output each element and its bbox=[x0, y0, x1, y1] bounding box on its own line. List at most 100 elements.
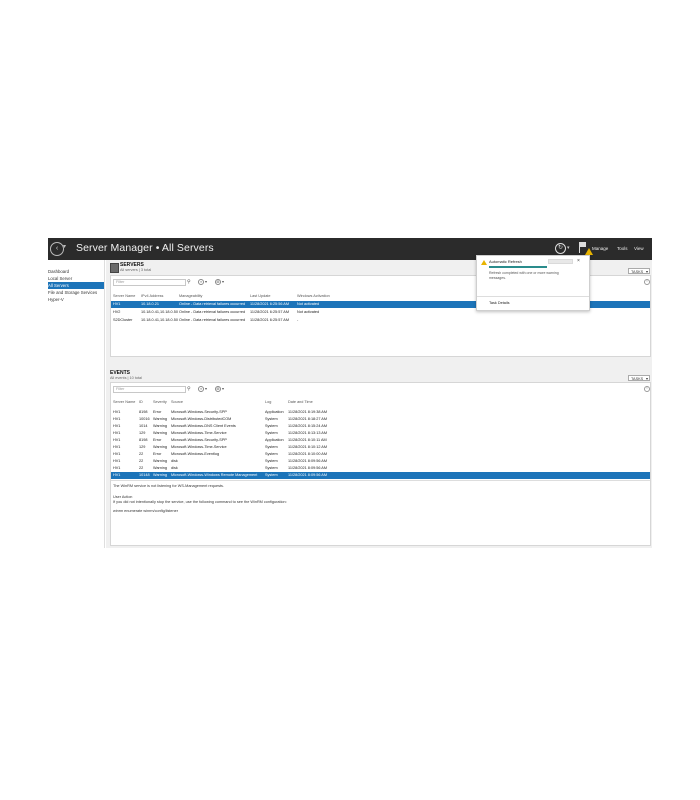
events-subheading: All events | 10 total bbox=[110, 376, 143, 380]
cell-source: Microsoft-Windows-Windows Remote Managem… bbox=[171, 473, 258, 477]
cell-id: 10148 bbox=[139, 473, 150, 477]
cell-date-time: 11/28/2021 8:19:38 AM bbox=[288, 410, 327, 414]
cell-source: Microsoft-Windows-Time-Service bbox=[171, 445, 227, 449]
chevron-down-icon[interactable]: ▾ bbox=[205, 279, 207, 284]
sidebar-item-file-storage[interactable]: File and Storage Services bbox=[48, 289, 104, 296]
column-header-server-name[interactable]: Server Name bbox=[113, 294, 135, 298]
cell-source: Microsoft-Windows-DistributedCOM bbox=[171, 417, 232, 421]
cell-last-update: 11/28/2021 6:25:56 AM bbox=[250, 302, 289, 306]
table-row[interactable]: HV1 22 Error Microsoft-Windows-Eventlog … bbox=[111, 451, 650, 458]
cell-date-time: 11/28/2021 8:10:11 AM bbox=[288, 438, 327, 442]
collapse-icon[interactable]: ⌃ bbox=[644, 279, 650, 285]
cell-activation: - bbox=[297, 318, 299, 322]
column-header-activation[interactable]: Windows Activation bbox=[297, 294, 330, 298]
cell-severity: Warning bbox=[153, 417, 167, 421]
cell-server-name: HV1 bbox=[113, 431, 121, 435]
table-row[interactable]: HV1 1014 Warning Microsoft-Windows-DNS C… bbox=[111, 423, 650, 430]
cell-ipv4: 10.18.0.21 bbox=[141, 302, 159, 306]
cell-severity: Warning bbox=[153, 459, 167, 463]
table-row[interactable]: HV1 10148 Warning Microsoft-Windows-Wind… bbox=[111, 472, 650, 479]
chevron-down-icon[interactable]: ▾ bbox=[205, 386, 207, 391]
column-header-severity[interactable]: Severity bbox=[153, 400, 167, 404]
column-header-server-name[interactable]: Server Name bbox=[113, 400, 135, 404]
cell-severity: Error bbox=[153, 438, 162, 442]
table-row[interactable]: HV1 129 Warning Microsoft-Windows-Time-S… bbox=[111, 430, 650, 437]
cell-server-name: HV1 bbox=[113, 445, 121, 449]
cell-date-time: 11/28/2021 8:18:27 AM bbox=[288, 417, 327, 421]
search-icon[interactable]: ⚲ bbox=[187, 279, 191, 285]
task-details-link[interactable]: Task Details bbox=[489, 301, 509, 305]
cell-ipv4: 10.18.0.41,10.18.0.50 bbox=[141, 310, 178, 314]
cell-date-time: 11/28/2021 8:09:56 AM bbox=[288, 459, 327, 463]
cell-source: Microsoft-Windows-Security-SPP bbox=[171, 410, 227, 414]
cell-log: System bbox=[265, 417, 278, 421]
sidebar-item-local-server[interactable]: Local Server bbox=[48, 275, 104, 282]
chevron-down-icon[interactable]: ▾ bbox=[222, 386, 224, 391]
column-header-id[interactable]: ID bbox=[139, 400, 143, 404]
sidebar-item-hyper-v[interactable]: Hyper-V bbox=[48, 296, 104, 303]
table-row[interactable]: HV1 8198 Error Microsoft-Windows-Securit… bbox=[111, 437, 650, 444]
close-icon[interactable]: × bbox=[577, 258, 580, 264]
column-header-manageability[interactable]: Manageability bbox=[179, 294, 202, 298]
cell-manageability: Online - Data retrieval failures occurre… bbox=[179, 310, 246, 314]
column-header-log[interactable]: Log bbox=[265, 400, 271, 404]
notification-action-button[interactable] bbox=[548, 259, 573, 264]
refresh-dropdown-icon[interactable]: ▾ bbox=[567, 245, 570, 251]
collapse-icon[interactable]: ⌃ bbox=[644, 386, 650, 392]
table-row[interactable]: HV1 22 Warning disk System 11/28/2021 8:… bbox=[111, 458, 650, 465]
table-row[interactable]: S2DCluster 10.18.0.41,10.18.0.50 Online … bbox=[111, 317, 650, 324]
cell-server-name: HV1 bbox=[113, 438, 121, 442]
column-header-last-update[interactable]: Last Update bbox=[250, 294, 270, 298]
servers-tasks-dropdown[interactable]: TASKS bbox=[628, 268, 650, 275]
menu-view[interactable]: View bbox=[634, 246, 644, 251]
column-header-ipv4[interactable]: IPv4 Address bbox=[141, 294, 163, 298]
sidebar-item-dashboard[interactable]: Dashboard bbox=[48, 268, 104, 275]
cell-server-name: HV1 bbox=[113, 302, 121, 306]
chevron-down-icon[interactable]: ▾ bbox=[63, 243, 66, 250]
list-options-icon[interactable]: ≡ bbox=[198, 386, 204, 392]
cell-log: System bbox=[265, 473, 278, 477]
notification-message: Refresh completed with one or more warni… bbox=[489, 271, 559, 280]
column-header-date-time[interactable]: Date and Time bbox=[288, 400, 313, 404]
cell-date-time: 11/28/2021 8:15:24 AM bbox=[288, 424, 327, 428]
cell-activation: Not activated bbox=[297, 310, 320, 314]
servers-subheading: All servers | 3 total bbox=[120, 268, 152, 272]
table-row[interactable]: HV1 129 Warning Microsoft-Windows-Time-S… bbox=[111, 444, 650, 451]
cell-server-name: HV1 bbox=[113, 473, 121, 477]
search-icon[interactable]: ⚲ bbox=[187, 386, 191, 392]
cell-id: 129 bbox=[139, 445, 146, 449]
cell-date-time: 11/28/2021 8:13:13 AM bbox=[288, 431, 327, 435]
column-header-source[interactable]: Source bbox=[171, 400, 183, 404]
table-row[interactable]: HV1 10016 Warning Microsoft-Windows-Dist… bbox=[111, 416, 650, 423]
menu-tools[interactable]: Tools bbox=[617, 246, 628, 251]
cell-log: System bbox=[265, 445, 278, 449]
cell-source: disk bbox=[171, 459, 178, 463]
table-row[interactable]: HV1 22 Warning disk System 11/28/2021 8:… bbox=[111, 465, 650, 472]
cell-log: System bbox=[265, 424, 278, 428]
cell-severity: Error bbox=[153, 410, 162, 414]
table-row[interactable]: HV1 8198 Error Microsoft-Windows-Securit… bbox=[111, 409, 650, 416]
cell-severity: Error bbox=[153, 452, 162, 456]
cell-id: 22 bbox=[139, 452, 144, 456]
sidebar-nav: Dashboard Local Server All Servers File … bbox=[48, 260, 105, 548]
list-options-icon[interactable]: ≡ bbox=[198, 279, 204, 285]
cell-log: System bbox=[265, 459, 278, 463]
servers-filter-input[interactable]: Filter bbox=[113, 279, 186, 286]
chevron-down-icon[interactable]: ▾ bbox=[222, 279, 224, 284]
refresh-icon[interactable]: ↻ bbox=[555, 243, 566, 254]
cell-id: 8198 bbox=[139, 438, 148, 442]
cell-severity: Warning bbox=[153, 445, 167, 449]
cell-log: System bbox=[265, 431, 278, 435]
events-panel: Filter ⚲ ≡ ▾ ⊞ ▾ ⌃ Server Name ID Severi… bbox=[110, 382, 651, 546]
events-filter-input[interactable]: Filter bbox=[113, 386, 186, 393]
back-icon[interactable]: ‹ bbox=[50, 242, 64, 256]
sidebar-item-all-servers[interactable]: All Servers bbox=[48, 282, 104, 289]
cell-id: 10016 bbox=[139, 417, 150, 421]
cell-server-name: HV1 bbox=[113, 459, 121, 463]
menu-manage[interactable]: Manage bbox=[592, 246, 608, 251]
save-query-icon[interactable]: ⊞ bbox=[215, 386, 221, 392]
events-tasks-dropdown[interactable]: TASKS bbox=[628, 375, 650, 382]
save-query-icon[interactable]: ⊞ bbox=[215, 279, 221, 285]
cell-id: 22 bbox=[139, 466, 144, 470]
page-title: Server Manager • All Servers bbox=[76, 242, 214, 254]
